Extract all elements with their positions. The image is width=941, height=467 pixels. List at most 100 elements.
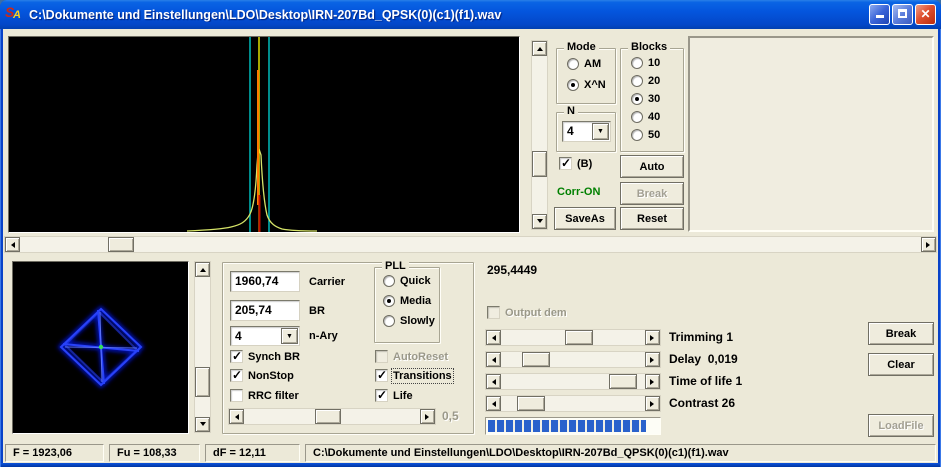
br-input[interactable]: 205,74 (230, 300, 300, 321)
nonstop-checkbox[interactable]: NonStop (230, 368, 294, 382)
nary-combobox[interactable]: 4 ▼ (230, 326, 300, 346)
slider-right-button[interactable] (645, 330, 660, 345)
slider-track[interactable] (244, 409, 420, 424)
constellation-display[interactable] (12, 261, 189, 434)
radio-icon (383, 315, 395, 327)
radio-pll-media[interactable]: Media (383, 295, 431, 307)
spectrum-vscrollbar[interactable] (531, 40, 548, 230)
rrc-filter-checkbox[interactable]: RRC filter (230, 389, 299, 402)
radio-blocks-40[interactable]: 40 (631, 111, 660, 123)
constellation-vscrollbar[interactable] (194, 261, 211, 433)
delay-slider[interactable] (485, 351, 661, 368)
constellation-plot (57, 305, 145, 389)
scroll-right-button[interactable] (921, 237, 936, 252)
scroll-thumb[interactable] (532, 151, 547, 178)
n-combobox[interactable]: 4 ▼ (562, 121, 611, 142)
slider-thumb[interactable] (564, 330, 593, 345)
slider-right-button[interactable] (645, 374, 660, 389)
close-button[interactable]: ✕ (915, 4, 936, 25)
contrast-slider[interactable] (485, 395, 661, 412)
slider-thumb[interactable] (521, 352, 550, 367)
scroll-track[interactable] (532, 56, 547, 214)
b-checkbox[interactable]: (B) (559, 156, 592, 170)
pll-group: PLL Quick Media Slowly (374, 260, 440, 343)
scroll-up-button[interactable] (195, 262, 210, 277)
radio-label: Media (400, 295, 432, 307)
window-left-border (0, 29, 1, 467)
radio-blocks-50[interactable]: 50 (631, 129, 660, 141)
checkbox-disabled-icon (487, 306, 500, 319)
scroll-thumb[interactable] (107, 237, 134, 252)
clear-button[interactable]: Clear (868, 353, 934, 376)
radio-icon-selected (383, 295, 395, 307)
radio-mode-xn[interactable]: X^N (567, 79, 606, 91)
slider-track[interactable] (501, 396, 645, 411)
slider-left-button[interactable] (486, 330, 501, 345)
scroll-left-button[interactable] (5, 237, 20, 252)
scroll-up-button[interactable] (532, 41, 547, 56)
saveas-button[interactable]: SaveAs (554, 207, 616, 230)
rolloff-slider[interactable] (228, 408, 436, 425)
slider-right-button[interactable] (645, 352, 660, 367)
arrow-right-icon (425, 413, 432, 420)
time-of-life-slider[interactable] (485, 373, 661, 390)
checkbox-checked-icon (375, 368, 388, 382)
mode-group: Mode AM X^N (556, 41, 616, 104)
slider-track[interactable] (501, 352, 645, 367)
slider-track[interactable] (501, 374, 645, 389)
synch-br-checkbox[interactable]: Synch BR (230, 349, 300, 363)
nary-label: n-Ary (309, 330, 338, 342)
slider-left-button[interactable] (486, 352, 501, 367)
radio-pll-quick[interactable]: Quick (383, 275, 431, 287)
slider-left-button[interactable] (486, 374, 501, 389)
carrier-label: Carrier (309, 276, 346, 288)
spectrum-display[interactable] (8, 36, 520, 233)
radio-pll-slowly[interactable]: Slowly (383, 315, 435, 327)
maximize-button[interactable] (892, 4, 913, 25)
slider-track[interactable] (501, 330, 645, 345)
checkbox-label: Synch BR (248, 350, 300, 363)
auto-button[interactable]: Auto (620, 155, 684, 178)
carrier-input[interactable]: 1960,74 (230, 271, 300, 292)
radio-blocks-30[interactable]: 30 (631, 93, 660, 105)
title-bar[interactable]: S A C:\Dokumente und Einstellungen\LDO\D… (0, 0, 941, 29)
slider-left-button[interactable] (229, 409, 244, 424)
radio-blocks-10[interactable]: 10 (631, 57, 660, 69)
scroll-thumb[interactable] (195, 367, 210, 398)
trimming-slider[interactable] (485, 329, 661, 346)
loadfile-button[interactable]: LoadFile (868, 414, 934, 437)
life-checkbox[interactable]: Life (375, 388, 413, 402)
combobox-dropdown-button[interactable]: ▼ (281, 328, 298, 344)
autoreset-checkbox: AutoReset (375, 350, 448, 363)
slider-thumb[interactable] (517, 396, 546, 411)
arrow-right-icon (650, 356, 657, 363)
scroll-down-button[interactable] (532, 214, 547, 229)
slider-thumb[interactable] (608, 374, 637, 389)
scroll-down-button[interactable] (195, 417, 210, 432)
result-panel[interactable] (688, 36, 934, 232)
checkbox-label: Life (393, 389, 413, 402)
radio-label: X^N (584, 79, 606, 91)
scroll-track[interactable] (20, 237, 921, 252)
app-icon: S A (5, 4, 24, 23)
pll-group-title: PLL (382, 260, 409, 272)
minimize-button[interactable] (869, 4, 890, 25)
checkbox-label: AutoReset (393, 350, 449, 363)
slider-thumb[interactable] (314, 409, 341, 424)
arrow-right-icon (650, 400, 657, 407)
break-button[interactable]: Break (868, 322, 934, 345)
radio-mode-am[interactable]: AM (567, 58, 601, 70)
slider-right-button[interactable] (420, 409, 435, 424)
transitions-checkbox[interactable]: Transitions (375, 367, 454, 384)
scroll-track[interactable] (195, 277, 210, 417)
spectrum-hscrollbar[interactable] (4, 236, 937, 253)
break-top-button[interactable]: Break (620, 182, 684, 205)
slider-left-button[interactable] (486, 396, 501, 411)
arrow-down-icon (199, 422, 206, 429)
combobox-dropdown-button[interactable]: ▼ (592, 123, 609, 140)
radio-label: 10 (648, 57, 661, 69)
reset-button[interactable]: Reset (620, 207, 684, 230)
slider-right-button[interactable] (645, 396, 660, 411)
radio-blocks-20[interactable]: 20 (631, 75, 660, 87)
window-title: C:\Dokumente und Einstellungen\LDO\Deskt… (29, 7, 502, 22)
